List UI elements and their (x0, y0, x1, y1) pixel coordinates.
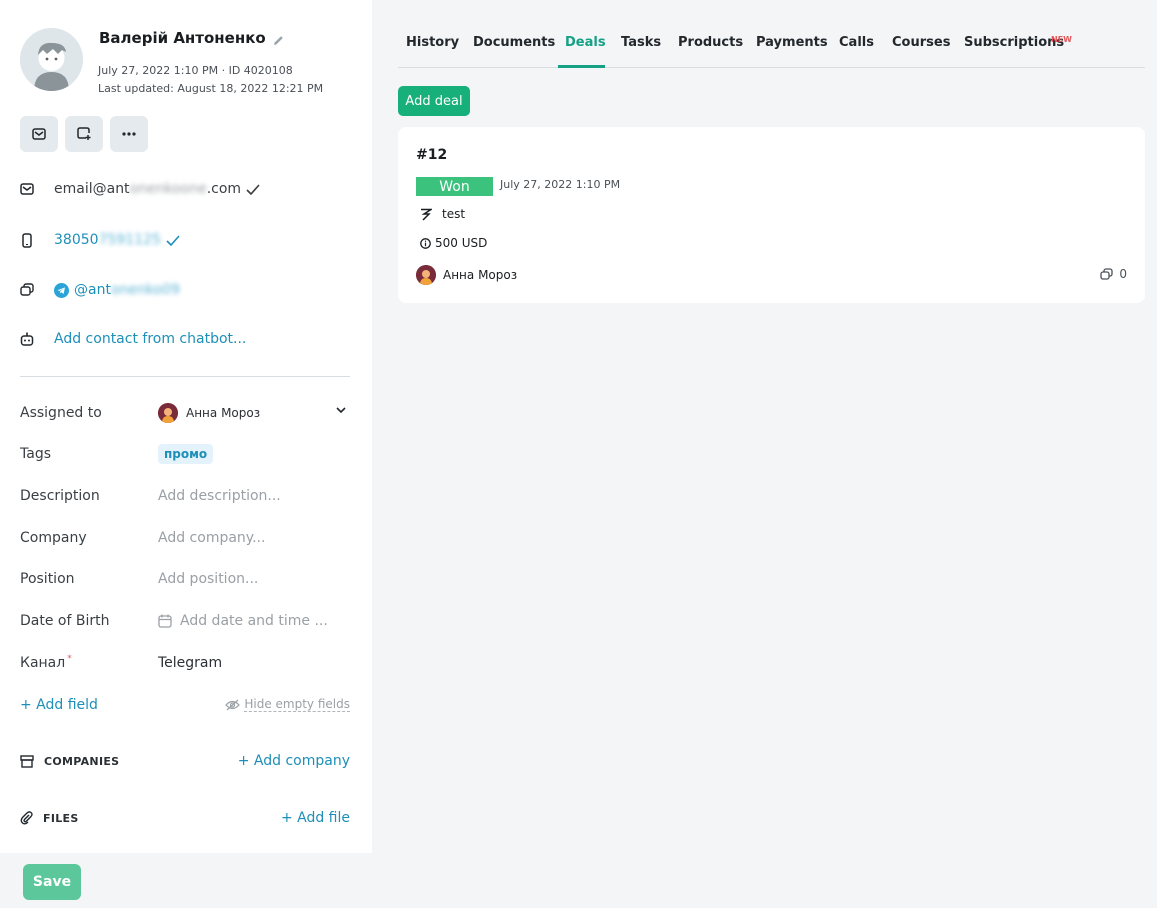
tab-subscriptions[interactable]: Subscriptions (964, 35, 1064, 50)
contact-avatar (20, 28, 83, 91)
contact-panel: Валерій Антоненко July 27, 2022 1:10 PM … (0, 0, 372, 853)
deal-number[interactable]: #12 (416, 147, 447, 163)
email-value[interactable]: email@antonenkoone.com (54, 181, 260, 197)
companies-section-title: COMPANIES (20, 755, 119, 768)
chat-add-icon (76, 127, 90, 140)
tab-deals[interactable]: Deals (565, 35, 606, 50)
deal-status-badge: Won (416, 177, 493, 196)
edit-pencil-icon[interactable] (272, 32, 285, 45)
channel-value[interactable]: Telegram (158, 655, 222, 671)
new-chat-button[interactable] (65, 116, 103, 152)
deal-amount: 500 USD (420, 236, 487, 250)
robot-icon (20, 331, 34, 347)
channel-field: Канал * Telegram (20, 651, 350, 675)
phone-value[interactable]: 380507591125 (54, 232, 180, 248)
tab-courses[interactable]: Courses (892, 35, 950, 50)
more-actions-button[interactable] (110, 116, 148, 152)
active-tab-indicator (558, 65, 605, 68)
tab-history[interactable]: History (406, 35, 459, 50)
tab-bar: History Documents Deals Tasks Products P… (398, 24, 1145, 68)
envelope-icon (32, 128, 46, 140)
send-email-button[interactable] (20, 116, 58, 152)
verified-check-icon (246, 183, 260, 195)
company-label: Company (20, 530, 87, 546)
description-field: Description Add description... (20, 484, 350, 508)
files-section-title: FILES (20, 811, 79, 825)
chatbot-row: Add contact from chatbot... (20, 328, 246, 350)
messenger-row: @antonenko09 (20, 279, 180, 301)
deal-pipeline: test (420, 207, 465, 221)
section-divider (20, 376, 350, 377)
envelope-icon (20, 181, 34, 197)
tag-chip[interactable]: промо (158, 444, 214, 464)
user-avatar (416, 265, 436, 285)
tab-payments[interactable]: Payments (756, 35, 828, 50)
tags-label: Tags (20, 446, 51, 462)
contact-name-row: Валерій Антоненко (99, 29, 285, 47)
phone-row: 380507591125 (20, 229, 180, 251)
deal-date: July 27, 2022 1:10 PM (500, 178, 621, 191)
position-input[interactable]: Add position... (158, 571, 258, 587)
created-date: July 27, 2022 1:10 PM (98, 64, 219, 77)
channel-label: Канал * (20, 654, 72, 671)
contact-created-meta: July 27, 2022 1:10 PM · ID 4020108 (98, 64, 293, 77)
save-button[interactable]: Save (23, 864, 81, 900)
tab-tasks[interactable]: Tasks (621, 35, 661, 50)
deal-card[interactable]: #12 Won July 27, 2022 1:10 PM test 500 U… (398, 127, 1145, 303)
store-icon (20, 755, 34, 768)
chevron-down-icon[interactable] (336, 407, 346, 413)
tab-products[interactable]: Products (678, 35, 743, 50)
add-deal-button[interactable]: Add deal (398, 86, 470, 116)
telegram-value[interactable]: @antonenko09 (54, 282, 180, 298)
add-chatbot-contact-link[interactable]: Add contact from chatbot... (54, 331, 246, 347)
info-icon (420, 237, 431, 249)
hide-empty-fields-toggle[interactable]: Hide empty fields (225, 697, 350, 712)
tab-calls[interactable]: Calls (839, 35, 874, 50)
date-of-birth-field: Date of Birth Add date and time ... (20, 609, 350, 633)
pipeline-icon (421, 208, 432, 221)
tags-field: Tags промо (20, 442, 350, 466)
contact-name: Валерій Антоненко (99, 29, 266, 47)
date-of-birth-input[interactable]: Add date and time ... (158, 613, 328, 629)
company-input[interactable]: Add company... (158, 530, 265, 546)
assigned-to-value[interactable]: Анна Мороз (158, 403, 260, 423)
assigned-to-label: Assigned to (20, 405, 102, 421)
required-mark: * (67, 654, 72, 664)
company-field: Company Add company... (20, 526, 350, 550)
position-field: Position Add position... (20, 567, 350, 591)
verified-check-icon (166, 234, 180, 246)
email-row: email@antonenkoone.com (20, 178, 260, 200)
tab-documents[interactable]: Documents (473, 35, 555, 50)
chat-bubbles-icon (20, 282, 34, 298)
user-avatar (158, 403, 178, 423)
telegram-icon (54, 282, 69, 298)
add-company-link[interactable]: + Add company (238, 753, 350, 769)
new-badge: NEW (1051, 35, 1072, 44)
add-field-link[interactable]: + Add field (20, 697, 98, 713)
eye-off-icon (225, 699, 241, 710)
calendar-icon (158, 614, 172, 628)
add-file-link[interactable]: + Add file (281, 810, 350, 826)
deal-owner: Анна Мороз (416, 265, 517, 285)
ellipsis-icon (122, 132, 136, 136)
comments-icon (1100, 268, 1114, 280)
deal-comments[interactable]: 0 (1100, 267, 1127, 281)
paperclip-icon (20, 811, 33, 825)
date-of-birth-label: Date of Birth (20, 613, 110, 629)
description-input[interactable]: Add description... (158, 488, 281, 504)
phone-icon (20, 232, 34, 248)
description-label: Description (20, 488, 100, 504)
assigned-to-field[interactable]: Assigned to Анна Мороз (20, 401, 350, 425)
position-label: Position (20, 571, 75, 587)
last-updated: Last updated: August 18, 2022 12:21 PM (98, 82, 324, 95)
contact-id: · ID 4020108 (221, 64, 293, 77)
